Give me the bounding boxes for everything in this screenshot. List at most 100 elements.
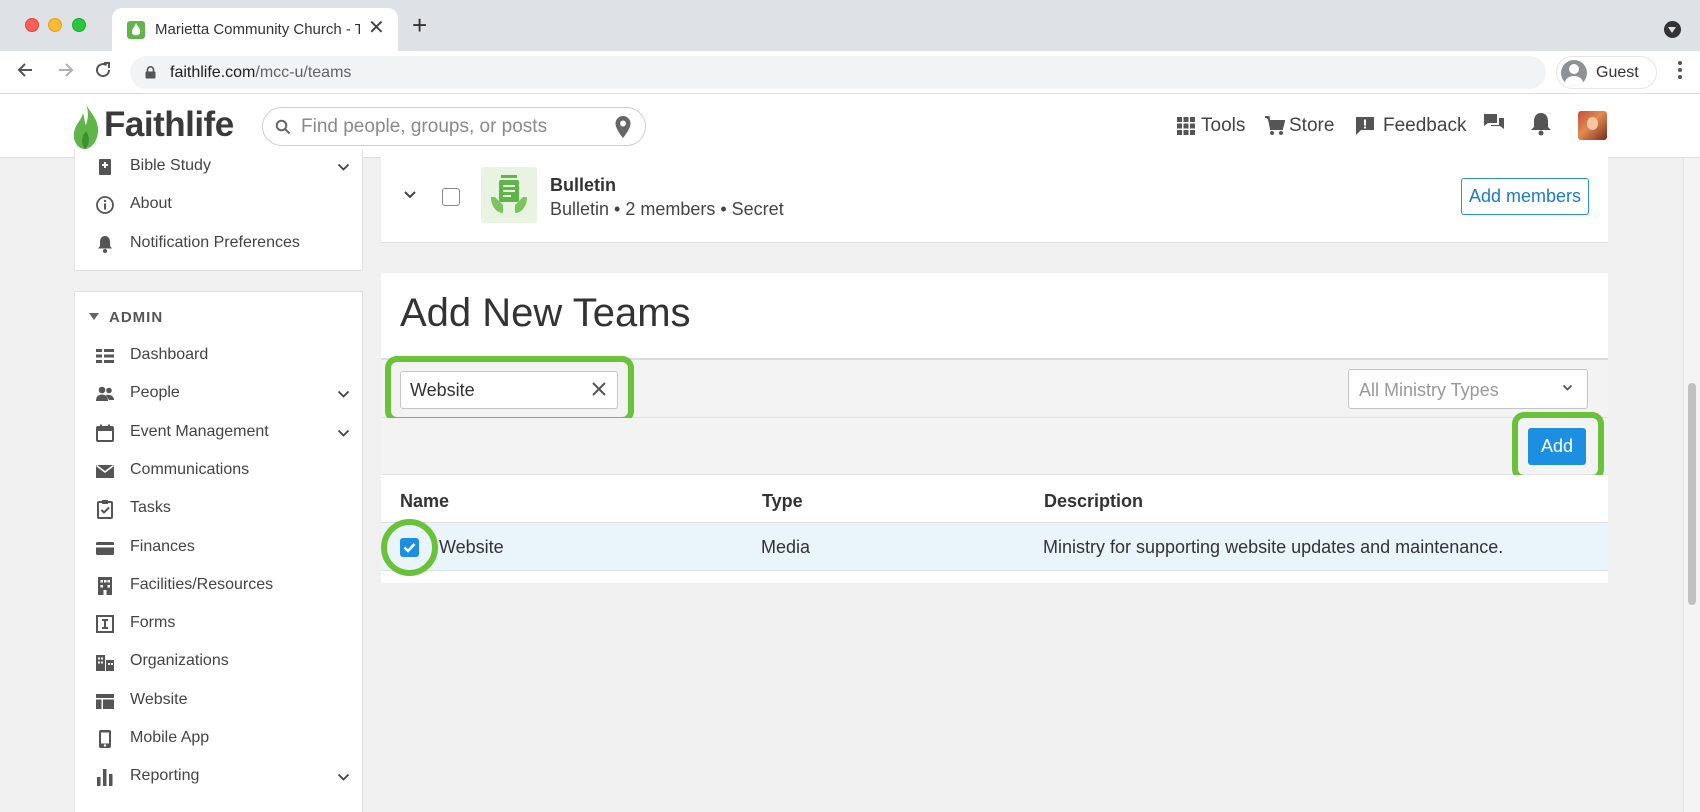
sidebar-item-label: Finances bbox=[130, 537, 195, 555]
sidebar-item-label: Reporting bbox=[130, 767, 200, 785]
collapse-triangle-icon bbox=[89, 313, 99, 320]
website-icon bbox=[96, 693, 114, 709]
sidebar-admin-nav: ADMIN Dashboard People Event Management Com… bbox=[74, 291, 363, 812]
row-name: Website bbox=[439, 537, 504, 557]
url-host: faithlife.com bbox=[170, 64, 256, 81]
bar-chart-icon bbox=[97, 769, 113, 787]
chat-icon[interactable] bbox=[1482, 112, 1506, 136]
notification-bell-icon[interactable] bbox=[1530, 112, 1552, 136]
feedback-icon bbox=[1356, 117, 1374, 135]
bulletin-checkbox[interactable] bbox=[442, 188, 460, 206]
add-new-teams-panel: Add New Teams All Ministry Types Add Nam… bbox=[381, 273, 1608, 583]
sidebar-item-label: Event Management bbox=[130, 422, 269, 440]
url-text: faithlife.com/mcc-u/teams bbox=[170, 64, 351, 82]
sidebar-item-bible-study[interactable]: Bible Study bbox=[75, 149, 364, 185]
checkmark-icon bbox=[403, 543, 416, 553]
tab-close-icon[interactable]: ✕ bbox=[368, 18, 385, 38]
bulletin-name[interactable]: Bulletin bbox=[550, 175, 616, 196]
reload-icon[interactable] bbox=[91, 60, 115, 84]
highlight-ring-search bbox=[385, 356, 634, 423]
window-close-button[interactable] bbox=[25, 18, 39, 32]
admin-section-toggle[interactable]: ADMIN bbox=[89, 309, 163, 326]
store-label: Store bbox=[1289, 115, 1335, 136]
profile-button[interactable]: Guest bbox=[1556, 56, 1657, 89]
sidebar-item-about[interactable]: About bbox=[75, 187, 364, 223]
page-title: Add New Teams bbox=[400, 291, 691, 335]
global-search[interactable] bbox=[262, 107, 646, 146]
tools-label: Tools bbox=[1201, 115, 1246, 136]
chevron-down-icon[interactable] bbox=[337, 386, 350, 404]
table-row[interactable]: Website Media Ministry for supporting we… bbox=[381, 519, 1608, 576]
lock-icon bbox=[145, 66, 156, 79]
mail-icon bbox=[96, 464, 114, 478]
sidebar-item-organizations[interactable]: Organizations bbox=[75, 644, 364, 680]
form-icon bbox=[96, 615, 114, 634]
add-button[interactable]: Add bbox=[1528, 428, 1586, 465]
sidebar-item-label: Notification Preferences bbox=[130, 233, 300, 251]
sidebar-item-facilities-resources[interactable]: Facilities/Resources bbox=[75, 568, 364, 604]
browser-tab-strip: Marietta Community Church - T ✕ + bbox=[0, 0, 1700, 51]
window-minimize-button[interactable] bbox=[48, 18, 62, 32]
sidebar-item-notification-preferences[interactable]: Notification Preferences bbox=[75, 226, 364, 262]
scrollbar-thumb[interactable] bbox=[1688, 383, 1696, 605]
credit-card-icon bbox=[96, 541, 114, 555]
back-arrow-icon[interactable] bbox=[14, 60, 38, 84]
row-description: Ministry for supporting website updates … bbox=[1043, 537, 1504, 557]
sidebar-group-nav: Bible Study About Notification Preferences bbox=[74, 150, 363, 271]
sidebar-item-label: People bbox=[130, 384, 180, 402]
sidebar-item-dashboard[interactable]: Dashboard bbox=[75, 338, 364, 374]
sidebar-item-mobile-app[interactable]: Mobile App bbox=[75, 721, 364, 757]
sidebar-item-label: Forms bbox=[130, 614, 176, 632]
browser-tab[interactable]: Marietta Community Church - T ✕ bbox=[112, 8, 398, 51]
admin-heading: ADMIN bbox=[109, 309, 164, 326]
sidebar-item-finances[interactable]: Finances bbox=[75, 530, 364, 566]
sidebar-item-website[interactable]: Website bbox=[75, 683, 364, 719]
search-input[interactable] bbox=[301, 109, 601, 144]
sidebar-item-communications[interactable]: Communications bbox=[75, 453, 364, 489]
page-scrollbar[interactable] bbox=[1683, 158, 1700, 812]
ministry-type-value: All Ministry Types bbox=[1359, 380, 1499, 400]
sidebar-item-people[interactable]: People bbox=[75, 376, 364, 412]
chevron-down-icon[interactable] bbox=[337, 159, 350, 177]
window-zoom-button[interactable] bbox=[72, 18, 86, 32]
grid-icon bbox=[1177, 117, 1195, 135]
sidebar-item-label: Dashboard bbox=[130, 346, 209, 363]
chevron-down-icon[interactable] bbox=[337, 769, 350, 787]
faithlife-favicon-icon bbox=[127, 21, 145, 39]
add-members-button[interactable]: Add members bbox=[1461, 178, 1589, 215]
location-pin-icon[interactable] bbox=[615, 116, 631, 138]
ministry-type-select[interactable]: All Ministry Types bbox=[1348, 369, 1588, 409]
sidebar-item-tasks[interactable]: Tasks bbox=[75, 491, 364, 527]
feedback-label: Feedback bbox=[1383, 115, 1467, 136]
expand-chevron-icon[interactable] bbox=[403, 190, 417, 200]
column-header-description: Description bbox=[1044, 491, 1144, 511]
user-avatar[interactable] bbox=[1578, 111, 1607, 140]
browser-menu-icon[interactable] bbox=[1668, 61, 1692, 85]
sidebar-item-label: Facilities/Resources bbox=[130, 575, 274, 593]
building-icon bbox=[98, 576, 112, 595]
organization-icon bbox=[96, 655, 114, 672]
sidebar-item-label: Website bbox=[130, 690, 188, 708]
row-type: Media bbox=[761, 537, 811, 557]
sidebar-item-reporting[interactable]: Reporting bbox=[75, 759, 364, 795]
chevron-down-icon[interactable] bbox=[337, 425, 350, 443]
sidebar-item-forms[interactable]: Forms bbox=[75, 606, 364, 642]
bulletin-team-icon bbox=[481, 167, 537, 223]
book-icon bbox=[99, 159, 111, 175]
sidebar-item-label: Organizations bbox=[130, 652, 229, 670]
forward-arrow-icon[interactable] bbox=[53, 60, 77, 84]
address-bar[interactable]: faithlife.com/mcc-u/teams bbox=[130, 56, 1546, 89]
sidebar-item-label: Tasks bbox=[130, 499, 171, 517]
row-checkbox-checked[interactable] bbox=[400, 538, 419, 557]
sidebar-item-event-management[interactable]: Event Management bbox=[75, 415, 364, 451]
browser-toolbar: faithlife.com/mcc-u/teams Guest bbox=[0, 51, 1700, 94]
logo-text: Faithlife bbox=[104, 105, 234, 144]
add-action-bar: Add bbox=[381, 412, 1608, 481]
sidebar-item-label: About bbox=[130, 195, 172, 213]
profile-label: Guest bbox=[1596, 64, 1639, 81]
tab-search-icon[interactable] bbox=[1664, 21, 1681, 38]
column-header-type[interactable]: Type bbox=[762, 491, 803, 512]
column-header-name[interactable]: Name bbox=[400, 491, 449, 512]
new-tab-button[interactable]: + bbox=[412, 12, 427, 38]
people-icon bbox=[96, 386, 114, 402]
